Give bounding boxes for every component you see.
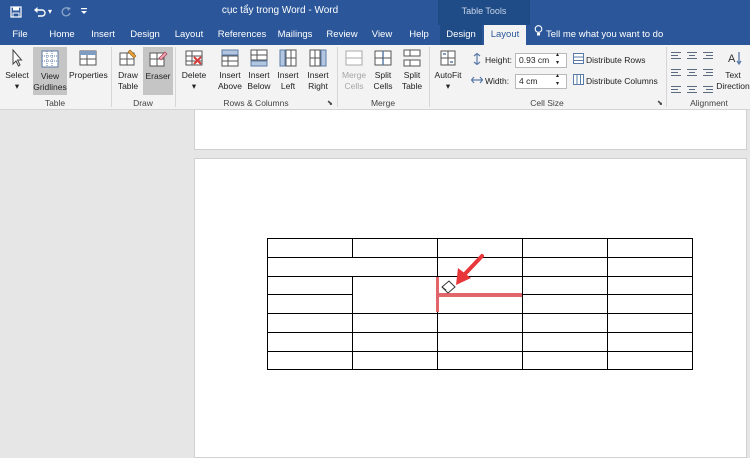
eraser-cursor-icon — [441, 280, 456, 294]
red-arrow-icon — [456, 254, 484, 285]
erase-highlight-horizontal — [437, 293, 522, 297]
table-overlay — [267, 238, 693, 370]
